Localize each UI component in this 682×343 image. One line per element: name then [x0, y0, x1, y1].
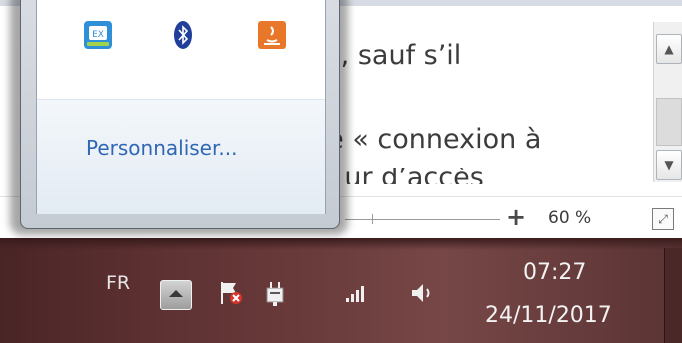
- network-signal-icon[interactable]: [342, 278, 370, 314]
- desktop-screen: és, sauf s’il de « connexion à ... ur d’…: [0, 0, 682, 343]
- scroll-down-button[interactable]: ▼: [656, 150, 682, 180]
- notification-overflow-popup: EX Personnaliser...: [20, 0, 340, 229]
- scroll-thumb[interactable]: [656, 98, 682, 146]
- volume-icon[interactable]: [408, 278, 436, 314]
- network-signal-icon: [346, 286, 364, 302]
- zoom-level[interactable]: 60 %: [548, 208, 591, 228]
- java-update-icon[interactable]: [256, 19, 288, 51]
- clock-time[interactable]: 07:27: [523, 260, 586, 285]
- language-indicator[interactable]: FR: [106, 272, 130, 294]
- action-center-flag-icon: [221, 282, 242, 304]
- power-plug-icon[interactable]: [262, 278, 288, 314]
- popup-content: EX Personnaliser...: [36, 0, 326, 214]
- taskbar-edge: [0, 238, 682, 250]
- volume-icon: [412, 284, 430, 302]
- show-desktop-button[interactable]: [664, 248, 682, 343]
- zoom-in-button[interactable]: +: [506, 203, 526, 231]
- zoom-slider-tick: [372, 214, 373, 224]
- clock-date[interactable]: 24/11/2017: [485, 303, 612, 328]
- action-center-flag-icon[interactable]: [218, 278, 244, 314]
- power-plug-icon: [266, 282, 284, 306]
- fit-to-window-icon[interactable]: ⤢: [652, 208, 674, 230]
- xml-tool-icon: EX: [84, 21, 112, 49]
- svg-text:EX: EX: [92, 30, 104, 40]
- zoom-slider-track[interactable]: [345, 219, 500, 220]
- bluetooth-icon[interactable]: [167, 19, 199, 51]
- scroll-up-button[interactable]: ▲: [656, 34, 682, 64]
- taskbar: FR 07:27 24/11/2017: [0, 238, 682, 343]
- hidden-icons-area: EX: [37, 0, 325, 99]
- bluetooth-icon: [174, 21, 192, 49]
- customize-link[interactable]: Personnaliser...: [86, 136, 237, 160]
- java-update-icon: [258, 21, 286, 49]
- vertical-scrollbar[interactable]: ▲ ▼: [653, 22, 682, 182]
- xml-tool-icon[interactable]: EX: [82, 19, 114, 51]
- popup-footer: Personnaliser...: [37, 99, 325, 214]
- show-hidden-icons-button[interactable]: [160, 280, 192, 310]
